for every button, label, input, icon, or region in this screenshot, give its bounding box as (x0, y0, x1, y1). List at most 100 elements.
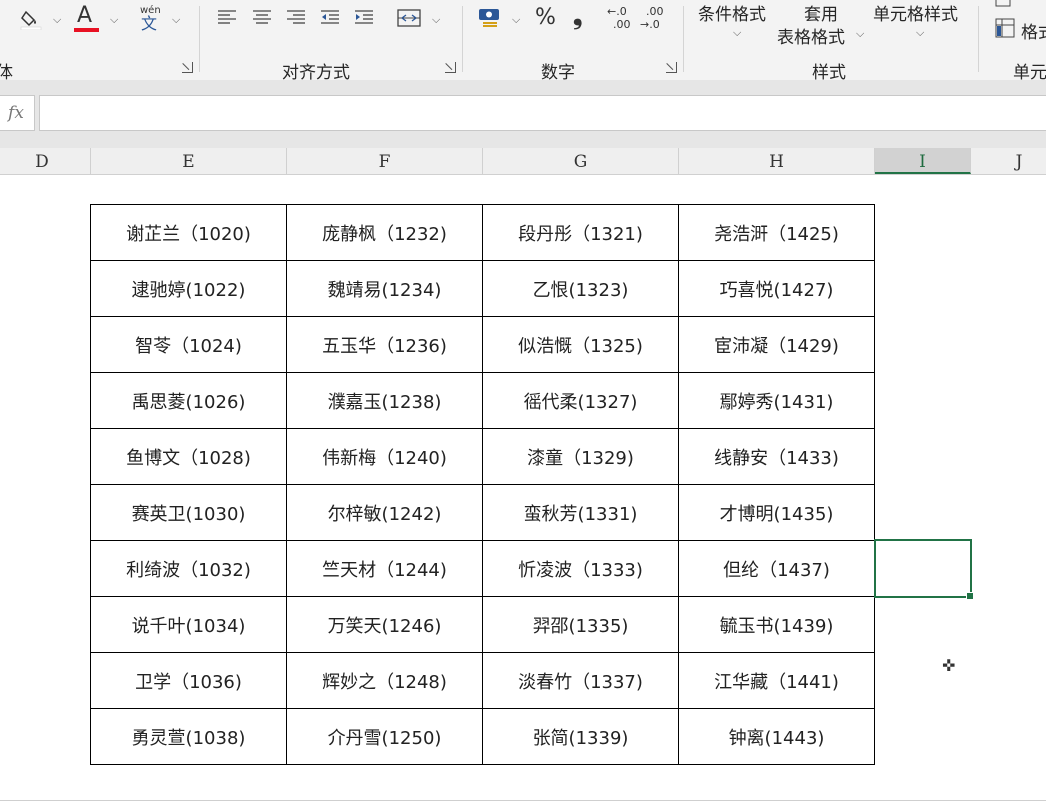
number-dialog-launcher-icon[interactable] (666, 62, 677, 73)
table-cell[interactable]: 蛮秋芳(1331) (482, 484, 679, 541)
table-cell[interactable]: 巧喜悦(1427) (678, 260, 875, 317)
table-cell[interactable]: 卫学（1036) (90, 652, 287, 709)
accounting-format-icon[interactable] (477, 6, 505, 35)
table-cell[interactable]: 谢芷兰（1020) (90, 204, 287, 261)
table-row: 勇灵萱(1038) 介丹雪(1250) 张简(1339) 钟离(1443) (90, 708, 875, 765)
table-cell[interactable]: 禹思菱(1026) (90, 372, 287, 429)
table-cell[interactable]: 介丹雪(1250) (286, 708, 483, 765)
alignment-dialog-launcher-icon[interactable] (445, 62, 456, 73)
phonetic-guide-icon[interactable]: 文 (141, 14, 157, 34)
decrease-decimal-top[interactable]: .00 (646, 5, 664, 18)
table-cell[interactable]: 辉妙之（1248) (286, 652, 483, 709)
fill-color-dropdown-icon[interactable]: ⌵ (53, 13, 61, 27)
cell-styles-button[interactable]: 单元格样式 (873, 0, 958, 25)
table-row: 禹思菱(1026) 濮嘉玉(1238) 徭代柔(1327) 鄢婷秀(1431) (90, 372, 875, 429)
column-header-j[interactable]: J (971, 148, 1046, 174)
active-cell-selection[interactable] (874, 539, 972, 598)
align-right-icon[interactable] (285, 8, 307, 33)
table-cell[interactable]: 漆童（1329) (482, 428, 679, 485)
table-cell[interactable]: 淡春竹（1337) (482, 652, 679, 709)
formula-input[interactable] (39, 95, 1046, 131)
column-header-h[interactable]: H (679, 148, 875, 174)
table-cell[interactable]: 张简(1339) (482, 708, 679, 765)
fill-handle[interactable] (966, 592, 974, 600)
column-header-i[interactable]: I (875, 148, 971, 174)
table-row: 逮驰婷(1022) 魏靖易(1234) 乙恨(1323) 巧喜悦(1427) (90, 260, 875, 317)
table-cell[interactable]: 说千叶(1034) (90, 596, 287, 653)
comma-style-icon[interactable]: ❟ (573, 4, 582, 28)
table-cell[interactable]: 濮嘉玉(1238) (286, 372, 483, 429)
table-cell[interactable]: 江华藏（1441) (678, 652, 875, 709)
group-divider (199, 6, 200, 72)
table-cell[interactable]: 勇灵萱(1038) (90, 708, 287, 765)
table-cell[interactable]: 线静安（1433) (678, 428, 875, 485)
table-cell[interactable]: 利绮波（1032) (90, 540, 287, 597)
table-cell[interactable]: 鄢婷秀(1431) (678, 372, 875, 429)
table-cell[interactable]: 逮驰婷(1022) (90, 260, 287, 317)
table-row: 鱼博文（1028) 伟新梅（1240) 漆童（1329) 线静安（1433) (90, 428, 875, 485)
font-dialog-launcher-icon[interactable] (182, 62, 193, 73)
table-cell[interactable]: 魏靖易(1234) (286, 260, 483, 317)
format-button[interactable]: 格式 (1021, 18, 1046, 43)
table-format-button[interactable]: 表格格式 (777, 23, 845, 48)
table-format-line1[interactable]: 套用 (804, 0, 838, 25)
cell-styles-dropdown-icon[interactable]: ⌵ (916, 26, 924, 40)
group-divider (462, 6, 463, 72)
table-cell[interactable]: 宦沛凝（1429) (678, 316, 875, 373)
delete-cells-icon[interactable] (995, 0, 1011, 12)
table-cell[interactable]: 万笑天(1246) (286, 596, 483, 653)
table-cell[interactable]: 智苓（1024) (90, 316, 287, 373)
decrease-decimal-bottom[interactable]: →.0 (640, 18, 660, 31)
conditional-format-button[interactable]: 条件格式 (698, 0, 766, 25)
table-format-dropdown-icon[interactable]: ⌵ (856, 27, 864, 41)
cell-cursor-icon: ✜ (942, 656, 956, 675)
group-label-number: 数字 (541, 63, 575, 80)
table-cell[interactable]: 五玉华（1236) (286, 316, 483, 373)
column-header-d[interactable]: D (0, 148, 91, 174)
table-row: 谢芷兰（1020) 庞静枫（1232) 段丹彤（1321) 尧浩涆（1425) (90, 204, 875, 261)
table-cell[interactable]: 徭代柔(1327) (482, 372, 679, 429)
table-cell[interactable]: 似浩慨（1325) (482, 316, 679, 373)
increase-decimal-top[interactable]: ←.0 (607, 5, 627, 18)
table-cell[interactable]: 才博明(1435) (678, 484, 875, 541)
table-cell[interactable]: 乙恨(1323) (482, 260, 679, 317)
phonetic-dropdown-icon[interactable]: ⌵ (172, 13, 180, 27)
align-left-icon[interactable] (216, 8, 238, 33)
table-cell[interactable]: 赛英卫(1030) (90, 484, 287, 541)
table-cell[interactable]: 鱼博文（1028) (90, 428, 287, 485)
increase-indent-icon[interactable] (353, 8, 375, 33)
group-divider (978, 6, 979, 72)
align-center-icon[interactable] (251, 8, 273, 33)
merge-dropdown-icon[interactable]: ⌵ (432, 13, 440, 27)
table-cell[interactable]: 尔梓敏(1242) (286, 484, 483, 541)
accounting-dropdown-icon[interactable]: ⌵ (512, 13, 520, 27)
table-cell[interactable]: 忻凌波（1333) (482, 540, 679, 597)
merge-center-icon[interactable] (397, 8, 421, 33)
conditional-format-dropdown-icon[interactable]: ⌵ (733, 26, 741, 40)
table-cell[interactable]: 庞静枫（1232) (286, 204, 483, 261)
column-header-e[interactable]: E (91, 148, 287, 174)
column-header-g[interactable]: G (483, 148, 679, 174)
table-row: 赛英卫(1030) 尔梓敏(1242) 蛮秋芳(1331) 才博明(1435) (90, 484, 875, 541)
decrease-indent-icon[interactable] (319, 8, 341, 33)
bottom-divider (0, 800, 1046, 801)
percent-style-icon[interactable]: % (535, 7, 556, 29)
font-color-icon[interactable]: A (77, 5, 92, 27)
table-cell[interactable]: 羿邵(1335) (482, 596, 679, 653)
table-cell[interactable]: 段丹彤（1321) (482, 204, 679, 261)
table-cell[interactable]: 伟新梅（1240) (286, 428, 483, 485)
increase-decimal-bottom[interactable]: .00 (613, 18, 631, 31)
format-cells-icon[interactable] (995, 18, 1015, 43)
group-divider (683, 6, 684, 72)
table-cell[interactable]: 但纶（1437) (678, 540, 875, 597)
table-cell[interactable]: 钟离(1443) (678, 708, 875, 765)
insert-function-button[interactable]: fx (0, 95, 35, 131)
table-cell[interactable]: 竺天材（1244) (286, 540, 483, 597)
table-row: 智苓（1024) 五玉华（1236) 似浩慨（1325) 宦沛凝（1429) (90, 316, 875, 373)
fill-color-icon[interactable] (20, 8, 42, 35)
group-label-cells: 单元 (1013, 63, 1046, 80)
table-cell[interactable]: 毓玉书(1439) (678, 596, 875, 653)
column-header-f[interactable]: F (287, 148, 483, 174)
table-cell[interactable]: 尧浩涆（1425) (678, 204, 875, 261)
font-color-dropdown-icon[interactable]: ⌵ (110, 13, 118, 27)
